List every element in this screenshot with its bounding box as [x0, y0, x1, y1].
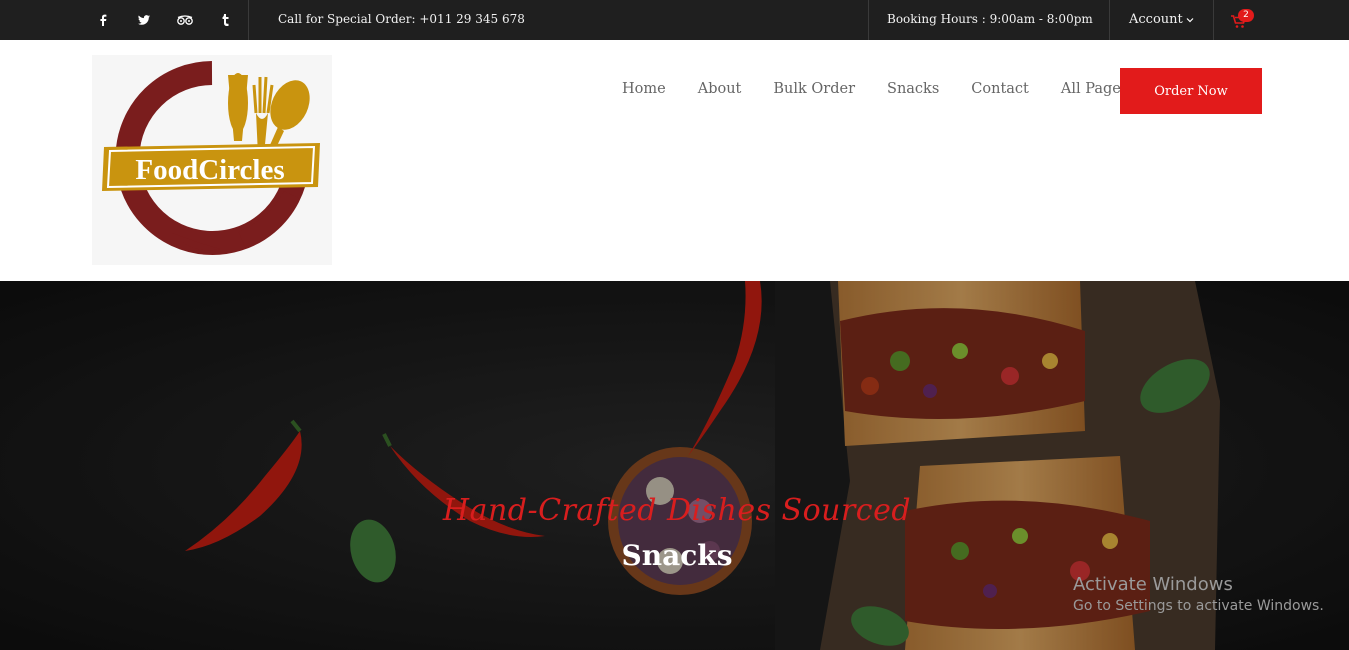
account-label: Account [1129, 12, 1183, 27]
twitter-link[interactable] [123, 0, 164, 40]
top-bar: Call for Special Order: +011 29 345 678 … [0, 0, 1349, 40]
facebook-icon [99, 14, 106, 26]
cart-count-badge: 2 [1238, 9, 1254, 22]
activate-windows-watermark: Activate Windows Go to Settings to activ… [1073, 574, 1324, 614]
site-header: FoodCircles Home About Bulk Order Snacks… [0, 40, 1349, 281]
facebook-link[interactable] [82, 0, 123, 40]
topbar-divider [1213, 0, 1214, 40]
booking-hours: Booking Hours : 9:00am - 8:00pm [887, 12, 1093, 26]
hero-tagline: Hand-Crafted Dishes Sourced [442, 493, 912, 528]
watermark-subtitle: Go to Settings to activate Windows. [1073, 598, 1324, 614]
nav-home[interactable]: Home [606, 81, 682, 97]
topbar-divider [1109, 0, 1110, 40]
cart-button[interactable]: 2 [1231, 9, 1255, 30]
site-logo[interactable]: FoodCircles [92, 55, 332, 265]
tripadvisor-link[interactable] [164, 0, 205, 40]
account-dropdown[interactable]: Account [1129, 12, 1194, 27]
social-links [82, 0, 246, 40]
topbar-divider [248, 0, 249, 40]
hero-title: Snacks [621, 539, 733, 572]
order-now-button[interactable]: Order Now [1120, 68, 1262, 114]
nav-bulk-order[interactable]: Bulk Order [757, 81, 871, 97]
main-nav: Home About Bulk Order Snacks Contact All… [606, 81, 1144, 97]
topbar-divider [868, 0, 869, 40]
logo-text: FoodCircles [135, 154, 284, 186]
tripadvisor-icon [176, 15, 193, 25]
special-order-phone: Call for Special Order: +011 29 345 678 [278, 12, 525, 26]
foodcircles-logo: FoodCircles [102, 61, 320, 255]
nav-about[interactable]: About [682, 81, 758, 97]
nav-contact[interactable]: Contact [955, 81, 1045, 97]
twitter-icon [137, 15, 150, 25]
chevron-down-icon [1186, 17, 1194, 22]
tumblr-icon [222, 14, 228, 26]
nav-snacks[interactable]: Snacks [871, 81, 955, 97]
watermark-title: Activate Windows [1073, 574, 1233, 595]
hero-banner: Hand-Crafted Dishes Sourced Snacks Activ… [0, 281, 1349, 650]
tumblr-link[interactable] [205, 0, 246, 40]
